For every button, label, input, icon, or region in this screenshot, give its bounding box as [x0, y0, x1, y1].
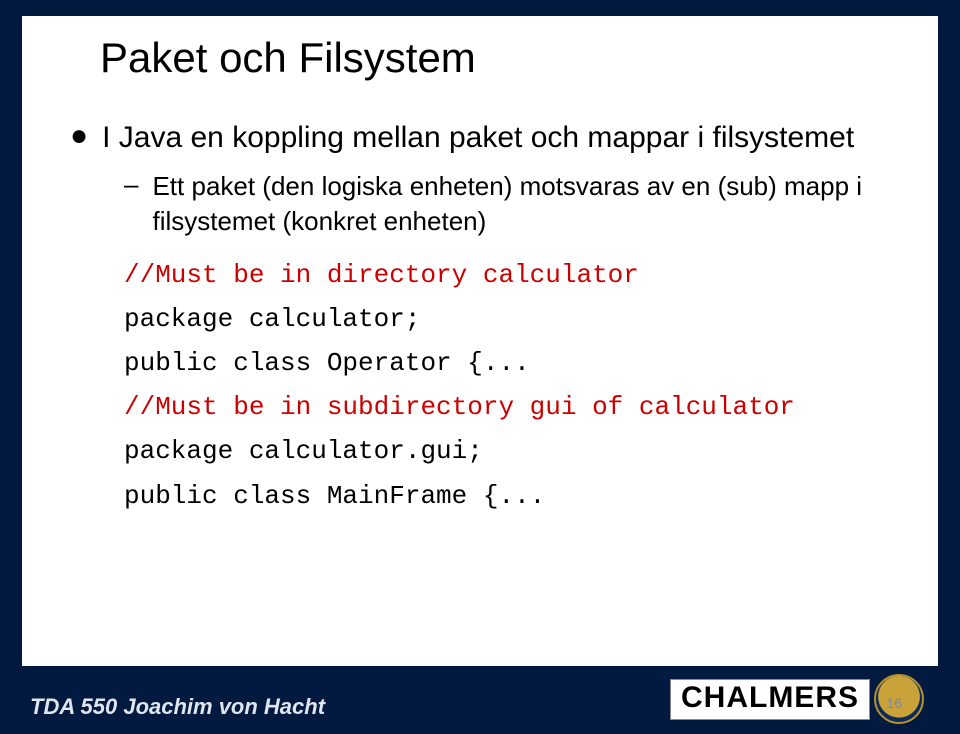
code-line: package calculator;: [124, 297, 904, 341]
bullet-dot-icon: ●: [70, 118, 88, 159]
code-line: public class MainFrame {...: [124, 474, 904, 518]
dash-icon: –: [124, 169, 138, 239]
bullet-item: ● I Java en koppling mellan paket och ma…: [70, 118, 904, 159]
slide: Paket och Filsystem ● I Java en koppling…: [0, 0, 960, 734]
footer-text: TDA 550 Joachim von Hacht: [30, 694, 325, 720]
brand-box: CHALMERS: [670, 679, 870, 720]
subbullet-item: – Ett paket (den logiska enheten) motsva…: [124, 169, 904, 239]
code-comment: //Must be in subdirectory gui of calcula…: [124, 385, 904, 429]
code-line: package calculator.gui;: [124, 429, 904, 473]
code-comment: //Must be in directory calculator: [124, 253, 904, 297]
code-block: //Must be in directory calculator packag…: [124, 253, 904, 518]
subbullet-text: Ett paket (den logiska enheten) motsvara…: [152, 169, 904, 239]
code-line: public class Operator {...: [124, 341, 904, 385]
brand-name: CHALMERS: [670, 679, 870, 720]
bullet-text: I Java en koppling mellan paket och mapp…: [102, 118, 854, 159]
slide-title: Paket och Filsystem: [100, 34, 904, 82]
page-number: 16: [886, 695, 902, 711]
